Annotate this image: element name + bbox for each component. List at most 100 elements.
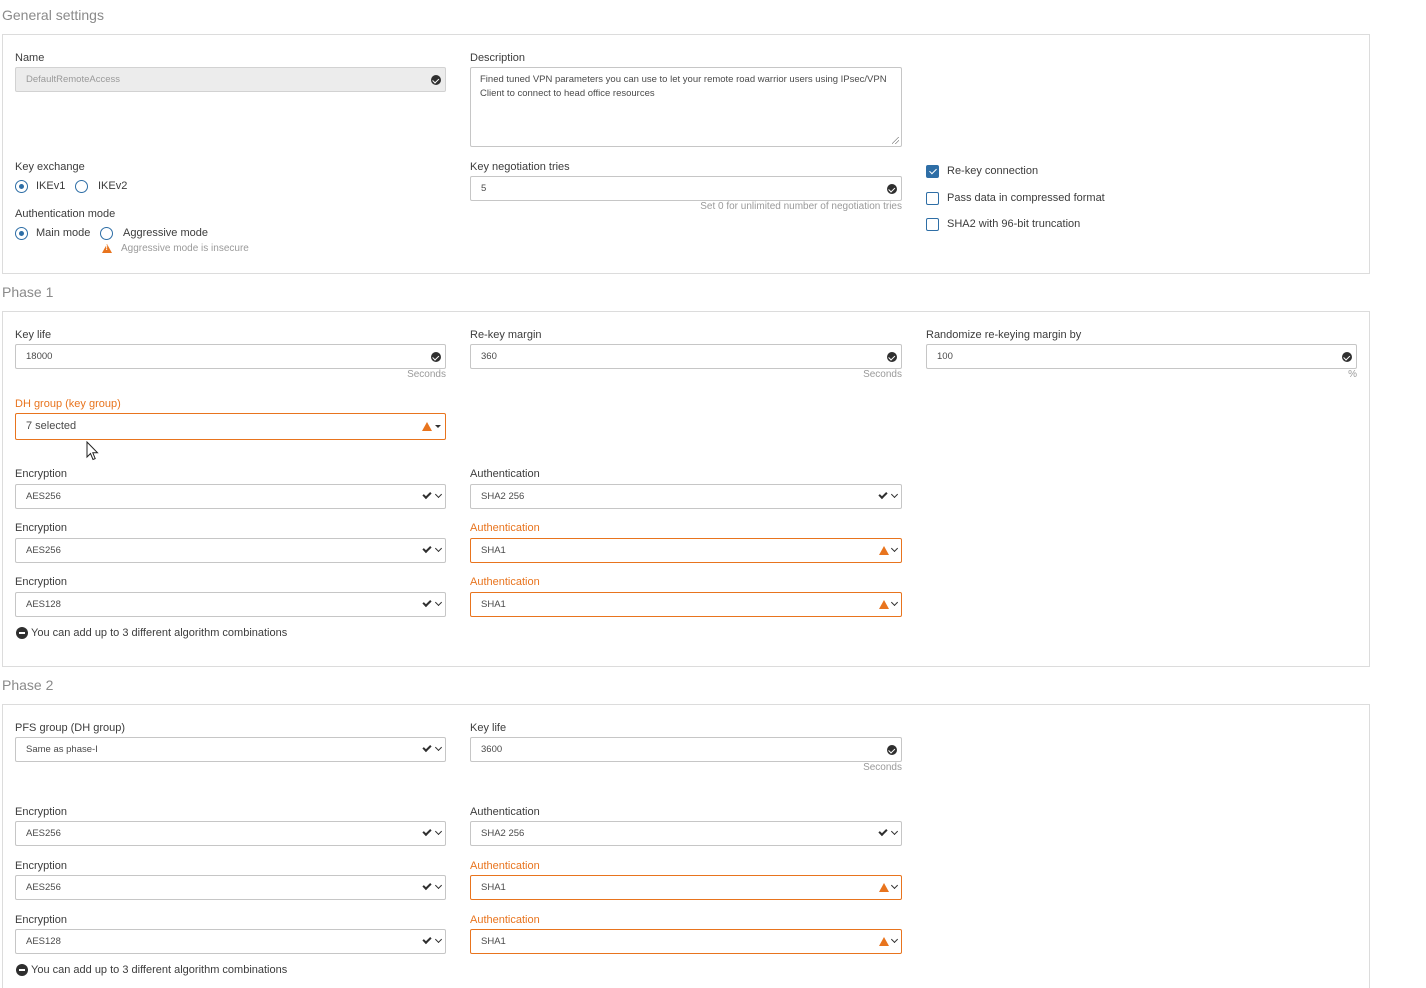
- phase2-encryption-select-2[interactable]: AES256: [15, 875, 446, 900]
- check-icon: [422, 543, 432, 554]
- ikev2-radio[interactable]: [75, 180, 88, 193]
- aggressive-mode-radio[interactable]: [100, 227, 113, 240]
- description-value: Fined tuned VPN parameters you can use t…: [480, 74, 887, 99]
- phase1-authentication-select-3[interactable]: SHA1: [470, 592, 902, 624]
- check-icon: [422, 742, 432, 753]
- chevron-down-icon: [434, 544, 443, 553]
- chevron-down-icon: [890, 544, 899, 553]
- phase1-key-life-label: Key life: [15, 329, 52, 341]
- chevron-down-icon: [434, 490, 443, 499]
- rekey-margin-label: Re-key margin: [470, 329, 542, 341]
- valid-check-icon: [887, 184, 897, 194]
- chevron-down-icon: [890, 490, 899, 499]
- phase2-encryption-select-3[interactable]: AES128: [15, 929, 446, 954]
- phase2-key-life-value: 3600: [481, 744, 503, 755]
- remove-combination-icon[interactable]: [16, 627, 28, 639]
- randomize-unit: %: [1348, 369, 1357, 380]
- phase1-encryption-select-1[interactable]: AES256: [15, 484, 446, 509]
- phase1-authentication-select-2[interactable]: SHA1: [470, 538, 902, 570]
- phase1-title: Phase 1: [2, 284, 54, 300]
- phase2-encryption-value-2: AES256: [26, 882, 61, 893]
- warning-icon: [879, 600, 889, 624]
- phase1-authentication-value-1: SHA2 256: [481, 491, 525, 502]
- phase1-encryption-label-2: Encryption: [15, 522, 67, 534]
- general-settings-title: General settings: [2, 7, 104, 23]
- chevron-down-icon: [890, 935, 899, 944]
- phase2-encryption-select-1[interactable]: AES256: [15, 821, 446, 846]
- phase2-authentication-label-1: Authentication: [470, 806, 540, 818]
- phase2-key-life-unit: Seconds: [863, 762, 902, 773]
- sha2-truncation-checkbox[interactable]: [926, 218, 939, 231]
- check-icon: [422, 826, 432, 837]
- phase1-authentication-label-1: Authentication: [470, 468, 540, 480]
- compressed-format-checkbox[interactable]: [926, 192, 939, 205]
- phase2-encryption-value-3: AES128: [26, 936, 61, 947]
- phase2-encryption-label-1: Encryption: [15, 806, 67, 818]
- rekey-margin-input[interactable]: 360: [470, 344, 902, 369]
- phase2-authentication-select-1[interactable]: SHA2 256: [470, 821, 902, 846]
- randomize-label: Randomize re-keying margin by: [926, 329, 1082, 341]
- valid-check-icon: [431, 352, 441, 362]
- check-icon: [878, 489, 888, 500]
- phase2-title: Phase 2: [2, 677, 54, 693]
- warning-icon: [422, 422, 432, 448]
- chevron-down-icon: [434, 935, 443, 944]
- phase2-authentication-select-3[interactable]: SHA1: [470, 929, 902, 961]
- ikev1-radio[interactable]: [15, 180, 28, 193]
- phase1-encryption-label-3: Encryption: [15, 576, 67, 588]
- phase2-encryption-value-1: AES256: [26, 828, 61, 839]
- phase2-key-life-label: Key life: [470, 722, 507, 734]
- description-textarea[interactable]: Fined tuned VPN parameters you can use t…: [470, 67, 902, 147]
- check-icon: [422, 880, 432, 891]
- name-value: DefaultRemoteAccess: [26, 74, 120, 85]
- randomize-input[interactable]: 100: [926, 344, 1357, 369]
- phase1-encryption-label-1: Encryption: [15, 468, 67, 480]
- sha2-truncation-label: SHA2 with 96-bit truncation: [947, 218, 1081, 230]
- phase2-authentication-label-2: Authentication: [470, 860, 540, 872]
- rekey-connection-checkbox[interactable]: [926, 165, 939, 178]
- key-negotiation-label: Key negotiation tries: [470, 161, 570, 173]
- phase1-encryption-select-3[interactable]: AES128: [15, 592, 446, 617]
- dh-group-value: 7 selected: [26, 420, 77, 432]
- key-negotiation-hint: Set 0 for unlimited number of negotiatio…: [700, 201, 902, 212]
- ikev2-label: IKEv2: [98, 180, 128, 192]
- check-icon: [422, 489, 432, 500]
- phase1-authentication-select-1[interactable]: SHA2 256: [470, 484, 902, 509]
- valid-check-icon: [887, 352, 897, 362]
- pfs-group-label: PFS group (DH group): [15, 722, 126, 734]
- rekey-margin-unit: Seconds: [863, 369, 902, 380]
- phase1-key-life-unit: Seconds: [407, 369, 446, 380]
- phase1-encryption-value-2: AES256: [26, 545, 61, 556]
- description-label: Description: [470, 52, 526, 64]
- phase1-encryption-value-3: AES128: [26, 599, 61, 610]
- warning-icon: [879, 883, 889, 907]
- chevron-down-icon: [890, 881, 899, 890]
- ikev1-label: IKEv1: [36, 180, 66, 192]
- phase1-authentication-value-2: SHA1: [481, 545, 506, 556]
- name-input[interactable]: DefaultRemoteAccess: [15, 67, 446, 92]
- main-mode-label: Main mode: [36, 227, 91, 239]
- pfs-group-value: Same as phase-I: [26, 744, 98, 755]
- phase1-encryption-value-1: AES256: [26, 491, 61, 502]
- key-negotiation-input[interactable]: 5: [470, 176, 902, 201]
- key-negotiation-value: 5: [481, 183, 487, 194]
- chevron-down-icon: [434, 881, 443, 890]
- phase1-key-life-input[interactable]: 18000: [15, 344, 446, 369]
- phase1-authentication-label-3: Authentication: [470, 576, 540, 588]
- resize-handle-icon[interactable]: [892, 137, 899, 144]
- chevron-down-icon: [890, 827, 899, 836]
- remove-combination-icon[interactable]: [16, 964, 28, 976]
- main-mode-radio[interactable]: [15, 227, 28, 240]
- phase2-combo-note: You can add up to 3 different algorithm …: [31, 964, 288, 976]
- phase1-encryption-select-2[interactable]: AES256: [15, 538, 446, 563]
- dh-group-label: DH group (key group): [15, 398, 121, 410]
- valid-check-icon: [431, 75, 441, 85]
- valid-check-icon: [1342, 352, 1352, 362]
- phase2-key-life-input[interactable]: 3600: [470, 737, 902, 762]
- pfs-group-select[interactable]: Same as phase-I: [15, 737, 446, 762]
- phase2-authentication-select-2[interactable]: SHA1: [470, 875, 902, 907]
- dh-group-select[interactable]: 7 selected: [15, 413, 446, 448]
- check-icon: [422, 934, 432, 945]
- phase2-authentication-value-1: SHA2 256: [481, 828, 525, 839]
- valid-check-icon: [887, 745, 897, 755]
